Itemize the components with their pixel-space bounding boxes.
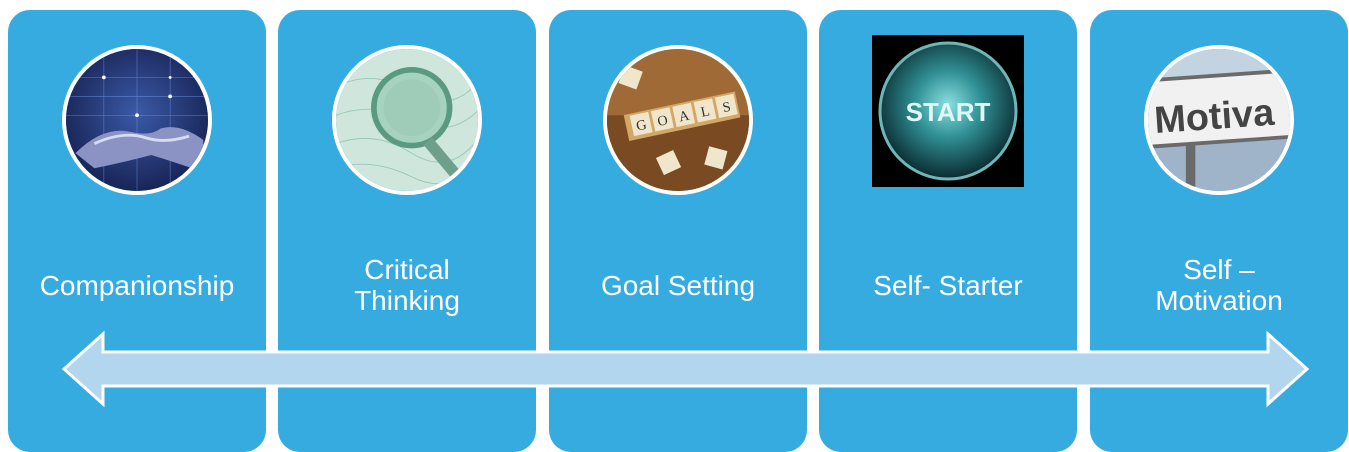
motivation-sign-image: Motiva xyxy=(1144,45,1294,195)
start-button-image: START xyxy=(872,35,1024,187)
start-text: START xyxy=(906,97,991,127)
card-critical-thinking: Critical Thinking xyxy=(278,10,536,452)
motivation-sign-graphic: Motiva xyxy=(1148,49,1290,191)
card-label: Goal Setting xyxy=(600,269,756,301)
card-goal-setting: G O A L S Goal Setting xyxy=(549,10,807,452)
card-label: Critical Thinking xyxy=(354,254,460,316)
start-button-graphic: START xyxy=(872,35,1024,187)
magnifying-glass-image xyxy=(332,45,482,195)
handshake-image xyxy=(62,45,212,195)
magnifying-glass-graphic xyxy=(336,49,478,191)
card-label: Self – Motivation xyxy=(1155,254,1283,316)
card-label: Self- Starter xyxy=(873,269,1023,301)
card-self-starter: START Self- Starter xyxy=(819,10,1077,452)
card-companionship: Companionship xyxy=(8,10,266,452)
motivation-sign-text: Motiva xyxy=(1153,92,1276,142)
card-self-motivation: Motiva Self – Motivation xyxy=(1090,10,1348,452)
goals-tiles-graphic: G O A L S xyxy=(607,49,749,191)
skills-diagram: Companionship Critical Thinking G O A L … xyxy=(0,0,1349,452)
card-label: Companionship xyxy=(39,269,235,301)
goals-tiles-image: G O A L S xyxy=(603,45,753,195)
handshake-graphic xyxy=(66,49,208,191)
